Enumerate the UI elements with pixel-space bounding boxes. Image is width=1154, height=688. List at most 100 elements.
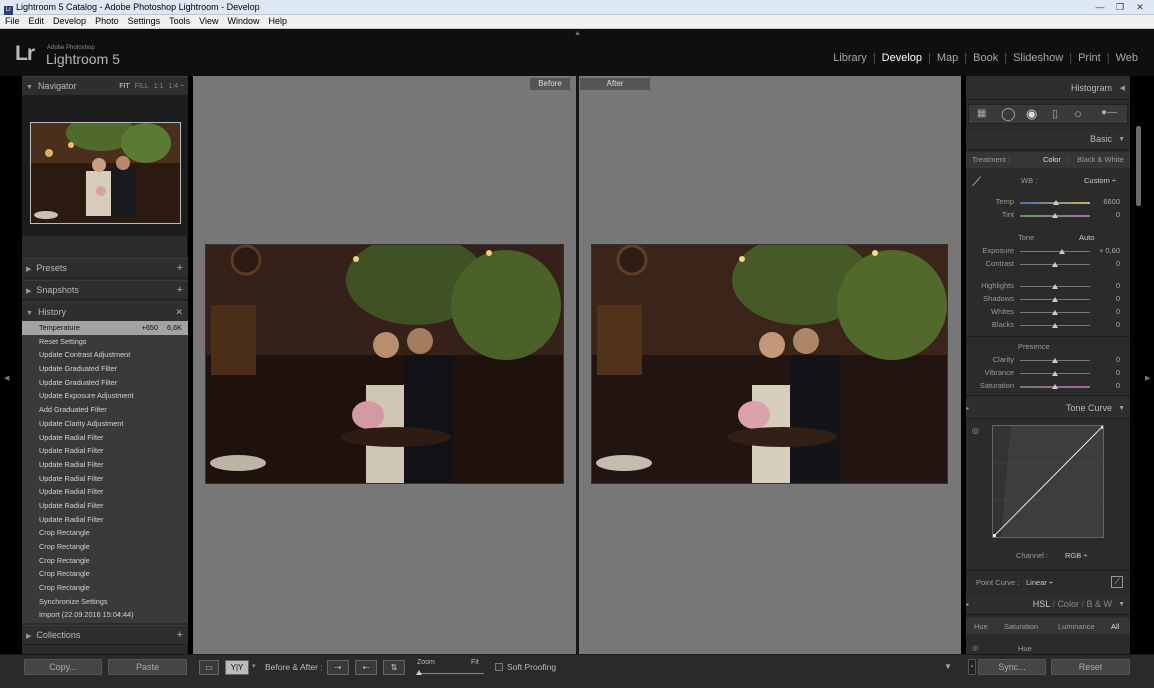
copy-before-to-after-icon[interactable]: ⇢ (327, 660, 349, 675)
targeted-adjustment-tool-icon[interactable]: ◎ (972, 426, 979, 435)
zoom-slider-track[interactable] (418, 673, 484, 674)
tone-curve-header[interactable]: ▪ Tone Curve ▼ (966, 399, 1130, 419)
hsl-color-tab[interactable]: Color (1057, 599, 1079, 609)
zoom-fit-option[interactable]: FIT (119, 83, 130, 90)
history-step[interactable]: Temperature +650 6,6K (22, 321, 188, 335)
wb-dropdown[interactable]: Custom ÷ (1084, 176, 1116, 185)
menu-file[interactable]: File (0, 15, 24, 28)
history-step[interactable]: Update Radial Filter (22, 485, 188, 499)
history-header[interactable]: ▼ History ✕ (22, 302, 188, 322)
history-step[interactable]: Crop Rectangle (22, 540, 188, 554)
menu-window[interactable]: Window (223, 15, 264, 28)
vibrance-value[interactable]: 0 (1116, 368, 1120, 377)
hsl-all-tab[interactable]: All (1111, 622, 1119, 631)
top-panel-toggle-icon[interactable]: ▲ (574, 30, 581, 37)
menu-view[interactable]: View (194, 15, 222, 28)
paste-button[interactable]: Paste (108, 659, 187, 675)
whites-slider-knob[interactable] (1052, 310, 1058, 315)
basic-header[interactable]: Basic ▼ (966, 130, 1130, 150)
highlights-slider-knob[interactable] (1052, 284, 1058, 289)
history-step[interactable]: Update Radial Filter (22, 431, 188, 445)
treatment-color-option[interactable]: Color (1043, 155, 1061, 164)
history-step[interactable]: Update Clarity Adjustment (22, 417, 188, 431)
history-step[interactable]: Crop Rectangle (22, 581, 188, 595)
hsl-header[interactable]: ▪ HSL / Color / B & W ▼ (966, 595, 1130, 615)
soft-proofing-checkbox[interactable] (495, 663, 503, 671)
history-step[interactable]: Update Exposure Adjustment (22, 389, 188, 403)
tint-slider-knob[interactable] (1052, 213, 1058, 218)
temp-value[interactable]: 6600 (1103, 197, 1120, 206)
sync-button[interactable]: Sync... (978, 659, 1046, 675)
add-collection-icon[interactable]: + (177, 626, 183, 645)
before-after-view[interactable]: Before After (193, 76, 961, 654)
whites-value[interactable]: 0 (1116, 307, 1120, 316)
copy-after-to-before-icon[interactable]: ⇠ (355, 660, 377, 675)
saturation-value[interactable]: 0 (1116, 381, 1120, 390)
add-preset-icon[interactable]: + (177, 259, 183, 278)
menu-tools[interactable]: Tools (164, 15, 194, 28)
history-step[interactable]: Reset Settings (22, 335, 188, 349)
add-snapshot-icon[interactable]: + (177, 281, 183, 300)
history-step[interactable]: Update Radial Filter (22, 513, 188, 527)
exposure-value[interactable]: + 0,60 (1099, 246, 1120, 255)
white-balance-eyedropper-icon[interactable]: ⟋ (972, 174, 981, 190)
history-step[interactable]: Import (22.09.2016 15:04:44) (22, 608, 188, 622)
module-book[interactable]: Book (967, 52, 1004, 64)
hsl-luminance-tab[interactable]: Luminance (1058, 622, 1095, 631)
left-panel-toggle-icon[interactable]: ◀ (4, 374, 9, 382)
module-library[interactable]: Library (827, 52, 873, 64)
auto-tone-button[interactable]: Auto (1079, 233, 1094, 242)
targeted-adjustment-tool-icon[interactable]: ◎ (972, 644, 978, 652)
maximize-button[interactable]: ❐ (1110, 0, 1130, 14)
module-print[interactable]: Print (1072, 52, 1107, 64)
blacks-slider-knob[interactable] (1052, 323, 1058, 328)
loupe-view-button[interactable]: ▭ (199, 660, 219, 675)
shadows-slider-knob[interactable] (1052, 297, 1058, 302)
copy-button[interactable]: Copy... (24, 659, 102, 675)
histogram-header[interactable]: Histogram ◀ (966, 78, 1130, 100)
saturation-slider-knob[interactable] (1052, 384, 1058, 389)
vibrance-slider-knob[interactable] (1052, 371, 1058, 376)
tint-value[interactable]: 0 (1116, 210, 1120, 219)
swap-before-after-icon[interactable]: ⇅ (383, 660, 405, 675)
highlights-value[interactable]: 0 (1116, 281, 1120, 290)
history-step[interactable]: Update Graduated Filter (22, 362, 188, 376)
red-eye-tool-icon[interactable]: ◉ (1026, 106, 1037, 122)
panel-switch-icon[interactable]: ▪ (966, 399, 969, 418)
presets-header[interactable]: ▶ Presets + (22, 258, 188, 278)
before-photo[interactable] (205, 244, 564, 484)
blacks-value[interactable]: 0 (1116, 320, 1120, 329)
history-step[interactable]: Crop Rectangle (22, 526, 188, 540)
minimize-button[interactable]: — (1090, 0, 1110, 14)
sync-toggle-icon[interactable]: ▪ (968, 659, 976, 675)
hsl-saturation-tab[interactable]: Saturation (1004, 622, 1038, 631)
reset-button[interactable]: Reset (1051, 659, 1130, 675)
contrast-slider-knob[interactable] (1052, 262, 1058, 267)
menu-settings[interactable]: Settings (123, 15, 165, 28)
module-develop[interactable]: Develop (876, 52, 928, 64)
zoom-fill-option[interactable]: FILL (135, 83, 149, 90)
after-photo[interactable] (591, 244, 948, 484)
panel-switch-icon[interactable]: ▪ (966, 595, 969, 614)
menu-help[interactable]: Help (264, 15, 292, 28)
view-mode-dropdown-icon[interactable]: ▾ (252, 662, 256, 670)
right-panel-toggle-icon[interactable]: ▶ (1145, 374, 1150, 382)
hsl-tab[interactable]: HSL (1033, 599, 1050, 609)
zoom-1to4-option[interactable]: 1:4 ÷ (168, 83, 184, 90)
point-curve-dropdown[interactable]: Linear ÷ (1026, 578, 1053, 587)
clear-history-icon[interactable]: ✕ (175, 303, 183, 322)
graduated-filter-tool-icon[interactable]: ▯ (1052, 107, 1058, 120)
edit-point-curve-icon[interactable]: ⟋ (1111, 576, 1123, 588)
history-step[interactable]: Add Graduated Filter (22, 403, 188, 417)
clarity-value[interactable]: 0 (1116, 355, 1120, 364)
adjustment-brush-tool-icon[interactable]: ●— (1101, 107, 1117, 118)
right-panel-scrollbar[interactable] (1136, 126, 1141, 206)
module-web[interactable]: Web (1110, 52, 1144, 64)
clarity-slider-knob[interactable] (1052, 358, 1058, 363)
collections-header[interactable]: ▶ Collections + (22, 625, 188, 645)
shadows-value[interactable]: 0 (1116, 294, 1120, 303)
hsl-bw-tab[interactable]: B & W (1086, 599, 1112, 609)
exposure-slider-knob[interactable] (1059, 249, 1065, 254)
contrast-value[interactable]: 0 (1116, 259, 1120, 268)
navigator-header[interactable]: ▼ Navigator FIT FILL 1:1 1:4 ÷ (22, 76, 188, 96)
